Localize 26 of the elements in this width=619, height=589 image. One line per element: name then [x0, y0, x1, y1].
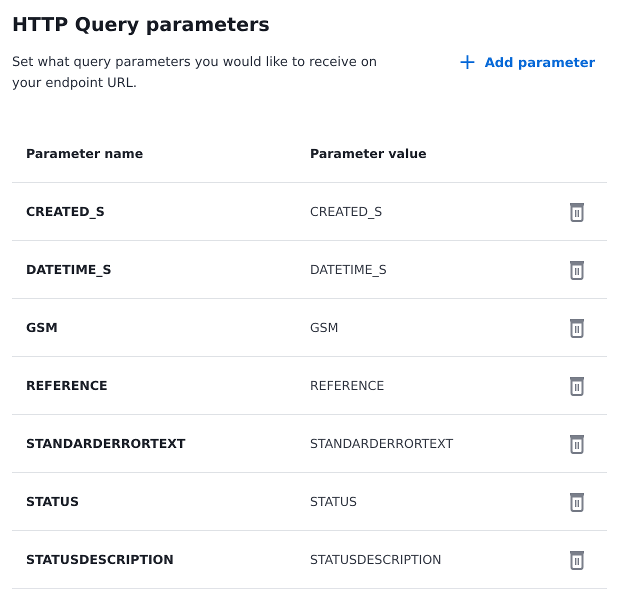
column-header: Parameter name [26, 146, 144, 160]
trash-icon[interactable] [569, 550, 585, 570]
parameter-value: STANDARDERRORTEXT [310, 436, 454, 451]
parameter-name: DATETIME_S [26, 262, 113, 277]
parameter-value: CREATED_S [310, 204, 384, 219]
parameter-name: STANDARDERRORTEXT [26, 436, 186, 451]
page-title: HTTP Query parameters [12, 13, 271, 38]
trash-icon[interactable] [569, 376, 585, 396]
parameter-value: DATETIME_S [310, 262, 388, 277]
parameter-name: STATUSDESCRIPTION [26, 552, 175, 567]
trash-icon[interactable] [569, 434, 585, 454]
add-parameter-button[interactable]: + Add parameter [458, 52, 607, 72]
trash-icon[interactable] [569, 260, 585, 280]
trash-icon[interactable] [569, 318, 585, 338]
parameter-name: STATUS [26, 494, 80, 509]
description: Set what query parameters you would like to receive on your endpoint URL. [12, 54, 378, 93]
parameter-value: REFERENCE [310, 378, 386, 393]
parameter-name: CREATED_S [26, 204, 106, 219]
parameter-name: GSM [26, 320, 59, 335]
column-header: Parameter value [310, 146, 428, 160]
parameter-name: REFERENCE [26, 378, 109, 393]
parameter-value: STATUSDESCRIPTION [310, 552, 443, 567]
parameter-value: STATUS [310, 494, 358, 509]
trash-icon[interactable] [569, 202, 585, 222]
trash-icon[interactable] [569, 492, 585, 512]
parameter-value: GSM [310, 320, 340, 335]
